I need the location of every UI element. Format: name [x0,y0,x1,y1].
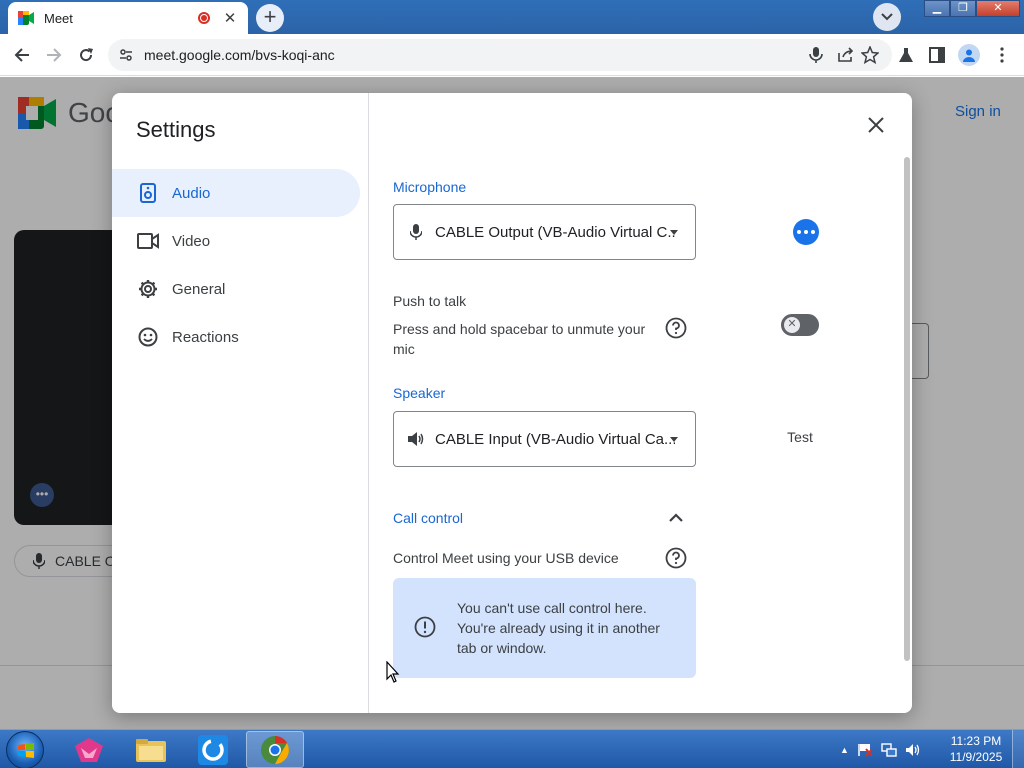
taskbar-app-sync[interactable] [184,731,242,768]
dialog-title: Settings [136,117,216,142]
toggle-off-icon: ✕ [784,317,800,333]
new-tab-button[interactable]: + [256,4,284,32]
clock-date: 11/9/2025 [949,750,1003,764]
url-text: meet.google.com/bvs-koqi-anc [144,47,335,63]
push-to-talk-toggle[interactable]: ✕ [781,314,819,336]
test-speaker-button[interactable]: Test [776,429,824,449]
window-close-button[interactable]: ✕ [976,0,1020,17]
start-button[interactable] [6,731,44,768]
action-center-flag-icon[interactable] [857,743,873,757]
speaker-heading: Speaker [393,385,446,401]
network-icon[interactable] [881,742,897,757]
profile-avatar-icon[interactable] [958,44,980,66]
settings-dialog: Settings Audio Video General Reactions M… [112,93,912,713]
tray-expand-icon[interactable]: ▲ [840,745,849,755]
taskbar-clock[interactable]: 11:23 PM 11/9/2025 [944,733,1008,765]
nav-label: Audio [172,184,211,202]
chrome-icon [261,735,289,764]
settings-nav: Audio Video General Reactions [112,169,368,361]
volume-tray-icon[interactable] [905,743,921,757]
call-control-description: Control Meet using your USB device [393,550,619,566]
nav-item-general[interactable]: General [112,265,360,313]
call-control-info-box: You can't use call control here. You're … [393,578,696,678]
fox-app-icon [75,737,103,762]
windows-taskbar: ▲ 11:23 PM 11/9/2025 [0,729,1024,768]
recording-indicator-icon [198,12,210,24]
address-bar[interactable]: meet.google.com/bvs-koqi-anc [108,39,892,71]
tab-title: Meet [44,10,73,26]
mouse-cursor-icon [386,661,400,683]
help-icon[interactable] [665,317,687,339]
volume-icon [406,429,426,449]
push-to-talk-description: Press and hold spacebar to unmute your m… [393,321,646,357]
microphone-icon [406,222,426,242]
windows-logo-icon [18,743,34,758]
nav-item-audio[interactable]: Audio [112,169,360,217]
minimize-button[interactable]: ▁ [924,0,950,17]
arrow-right-icon [47,48,62,62]
back-button[interactable] [9,42,35,68]
arrow-left-icon [14,48,29,62]
call-control-heading[interactable]: Call control [393,510,463,526]
labs-flask-icon[interactable] [895,44,917,66]
system-tray: ▲ [840,730,921,768]
nav-label: Reactions [172,328,239,346]
tab-close-icon[interactable]: ✕ [222,9,238,27]
browser-toolbar: meet.google.com/bvs-koqi-anc [0,34,1024,76]
taskbar-app-foxit[interactable] [60,731,118,768]
show-desktop-button[interactable] [1012,730,1024,768]
videocam-icon [137,230,159,252]
dialog-divider [368,93,369,713]
taskbar-app-chrome[interactable] [246,731,304,768]
nav-item-video[interactable]: Video [112,217,360,265]
speaker-select[interactable]: CABLE Input (VB-Audio Virtual Ca... [393,411,696,467]
browser-tab-meet[interactable]: Meet ✕ [8,2,248,34]
speaker-icon [137,182,159,204]
dropdown-arrow-icon [670,230,678,235]
browser-tabstrip: Meet ✕ + ▁ ❐ ✕ [0,0,1024,34]
push-to-talk-label: Push to talk [393,293,467,309]
bookmark-star-icon[interactable] [859,44,881,66]
microphone-heading: Microphone [393,179,467,195]
clock-time: 11:23 PM [950,734,1002,748]
smiley-icon [137,326,159,348]
chevron-down-icon [881,13,893,21]
reload-button[interactable] [73,42,99,68]
nav-label: General [172,280,226,298]
dropdown-arrow-icon [670,437,678,442]
site-settings-icon[interactable] [118,47,134,63]
gear-icon [137,278,159,300]
speaker-selected-value: CABLE Input (VB-Audio Virtual Ca... [435,430,675,448]
mic-level-indicator [793,219,819,245]
sync-app-icon [198,734,228,765]
microphone-in-use-icon[interactable] [805,44,827,66]
share-icon[interactable] [835,44,857,66]
side-panel-icon[interactable] [926,44,948,66]
dialog-scrollbar[interactable] [904,157,910,661]
window-controls: ▁ ❐ ✕ [924,0,1020,17]
nav-label: Video [172,232,211,250]
help-icon[interactable] [665,547,687,569]
info-alert-icon [414,616,436,638]
microphone-select[interactable]: CABLE Output (VB-Audio Virtual C... [393,204,696,260]
close-icon[interactable] [864,113,888,137]
google-meet-favicon-icon [18,11,34,25]
microphone-selected-value: CABLE Output (VB-Audio Virtual C... [435,223,675,241]
tab-search-button[interactable] [873,3,901,31]
folder-icon [136,738,166,762]
nav-item-reactions[interactable]: Reactions [112,313,360,361]
call-control-info-text: You can't use call control here. You're … [457,600,660,656]
forward-button[interactable] [41,42,67,68]
maximize-button[interactable]: ❐ [950,0,976,17]
chevron-up-icon[interactable] [668,510,684,526]
kebab-menu-icon[interactable] [991,44,1013,66]
reload-icon [80,48,93,62]
taskbar-app-explorer[interactable] [122,731,180,768]
